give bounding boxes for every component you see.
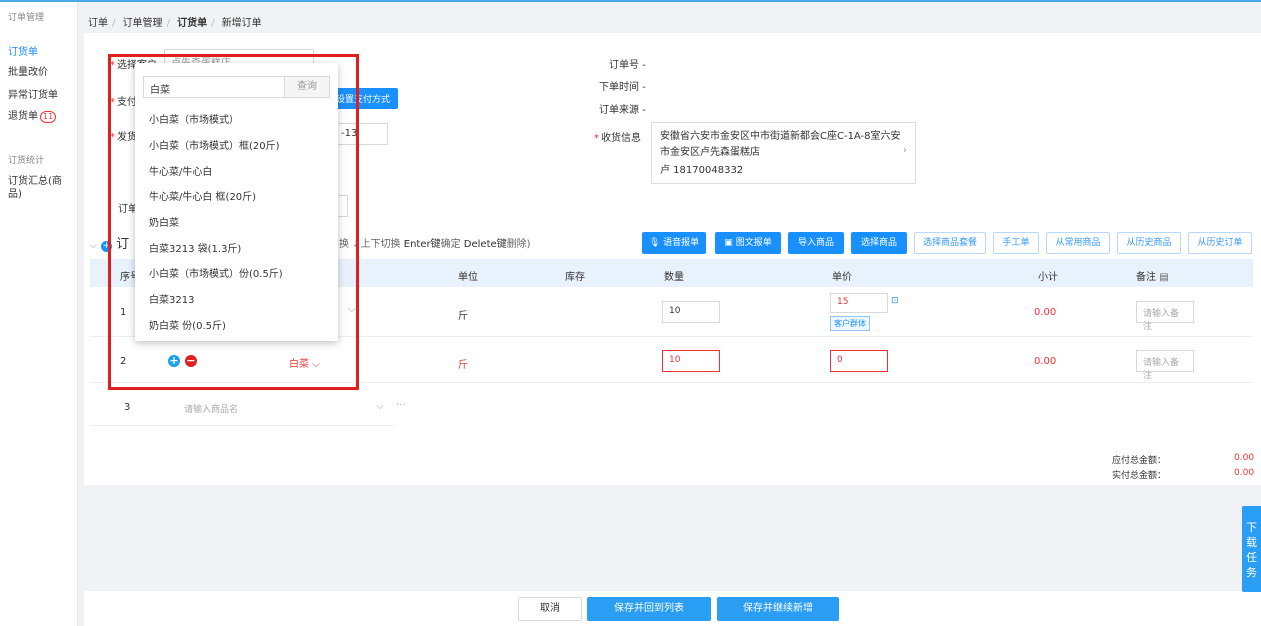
- col-unit: 单位: [458, 272, 478, 283]
- highlight-box: [108, 54, 359, 390]
- select-goods-button[interactable]: 选择商品: [851, 232, 907, 254]
- sidebar-item-return[interactable]: 退货单 11: [8, 110, 74, 123]
- row-unit: 斤: [458, 311, 468, 322]
- chevron-down-icon[interactable]: ⌵: [90, 241, 97, 251]
- import-goods-button[interactable]: 导入商品: [788, 232, 844, 254]
- price-input[interactable]: 15: [830, 293, 888, 313]
- order-time-label: 下单时间 -: [599, 82, 646, 93]
- price-note-icon[interactable]: ⊡: [891, 296, 899, 306]
- qty-input[interactable]: 10: [662, 350, 720, 372]
- col-remark: 备注 ▤: [1136, 272, 1169, 283]
- order-source-label: 订单来源 -: [599, 105, 646, 116]
- row-seq: 3: [124, 402, 131, 413]
- save-continue-button[interactable]: 保存并继续新增: [717, 597, 839, 621]
- history-order-button[interactable]: 从历史订单: [1188, 232, 1252, 254]
- image-icon: ▣: [724, 238, 733, 248]
- sidebar: 订单管理 订货单 批量改价 异常订货单 退货单 11 订货统计 订货汇总(商品): [0, 2, 78, 626]
- sidebar-item-batch-price[interactable]: 批量改价: [8, 66, 74, 79]
- product-name-input[interactable]: 请输入商品名: [184, 402, 238, 415]
- save-return-button[interactable]: 保存并回到列表: [587, 597, 711, 621]
- breadcrumb: 订单 / 订单管理 / 订货单 / 新增订单: [88, 18, 262, 29]
- microphone-icon: 🎙: [648, 238, 661, 248]
- cancel-button[interactable]: 取消: [518, 597, 582, 621]
- col-stock: 库存: [565, 272, 585, 283]
- remark-input[interactable]: 请输入备注: [1136, 301, 1194, 332]
- chevron-right-icon: ›: [903, 145, 907, 156]
- manual-order-button[interactable]: 手工单: [993, 232, 1039, 254]
- chevron-down-icon[interactable]: ⌵: [376, 401, 384, 412]
- col-qty: 数量: [664, 272, 684, 283]
- row-subtotal: 0.00: [1034, 356, 1057, 367]
- row-unit: 斤: [458, 360, 468, 371]
- breadcrumb-item[interactable]: 订单: [88, 18, 108, 29]
- col-price: 单价: [832, 272, 852, 283]
- common-goods-button[interactable]: 从常用商品: [1046, 232, 1110, 254]
- address-card[interactable]: 安徽省六安市金安区中市街道新都会C座C-1A-8室六安 市金安区卢先森蛋糕店 卢…: [651, 122, 916, 184]
- image-order-button[interactable]: ▣ 图文报单: [715, 232, 781, 254]
- breadcrumb-current: 新增订单: [221, 18, 262, 29]
- order-no-label: 订单号 -: [609, 60, 646, 71]
- sidebar-group-order-management: 订单管理: [8, 13, 45, 23]
- download-task-button[interactable]: 下载任务: [1242, 506, 1261, 592]
- remark-icon: ▤: [1159, 272, 1169, 283]
- payable-label: 应付总金额：: [1112, 456, 1167, 466]
- select-package-button[interactable]: 选择商品套餐: [914, 232, 986, 254]
- top-accent-line: [0, 0, 1261, 2]
- more-icon[interactable]: ···: [396, 400, 406, 411]
- price-input[interactable]: 0: [830, 350, 888, 372]
- voice-order-button[interactable]: 🎙 语音报单: [642, 232, 706, 254]
- address-line: 安徽省六安市金安区中市街道新都会C座C-1A-8室六安: [660, 131, 901, 142]
- history-goods-button[interactable]: 从历史商品: [1117, 232, 1181, 254]
- actual-value: 0.00: [1234, 468, 1255, 478]
- breadcrumb-item[interactable]: 订单管理: [123, 18, 163, 29]
- col-subtotal: 小计: [1038, 272, 1058, 283]
- sidebar-group-order-stats: 订货统计: [8, 156, 45, 166]
- footer-bar: 取消 保存并回到列表 保存并继续新增: [84, 591, 1261, 626]
- sidebar-item-label: 退货单: [8, 111, 38, 122]
- remark-input[interactable]: 请输入备注: [1136, 350, 1194, 381]
- keyboard-hint: 换 ↓上下切换 Enter键确定 Delete键删除): [339, 239, 531, 250]
- customer-group-tag: 客户群体: [830, 316, 870, 331]
- breadcrumb-item[interactable]: 订货单: [177, 18, 207, 29]
- sidebar-item-summary[interactable]: 订货汇总(商品): [8, 175, 74, 201]
- payable-value: 0.00: [1234, 453, 1255, 463]
- sidebar-item-abnormal-order[interactable]: 异常订货单: [8, 89, 74, 102]
- address-line: 市金安区卢先森蛋糕店: [660, 147, 760, 158]
- qty-input[interactable]: 10: [662, 301, 720, 323]
- contact-line: 卢 18170048332: [660, 165, 744, 176]
- actual-label: 实付总金额：: [1112, 471, 1167, 481]
- row-subtotal: 0.00: [1034, 307, 1057, 318]
- return-count-badge: 11: [40, 111, 57, 123]
- receive-info-label: * 收货信息: [594, 133, 641, 144]
- sidebar-item-order[interactable]: 订货单: [8, 46, 74, 59]
